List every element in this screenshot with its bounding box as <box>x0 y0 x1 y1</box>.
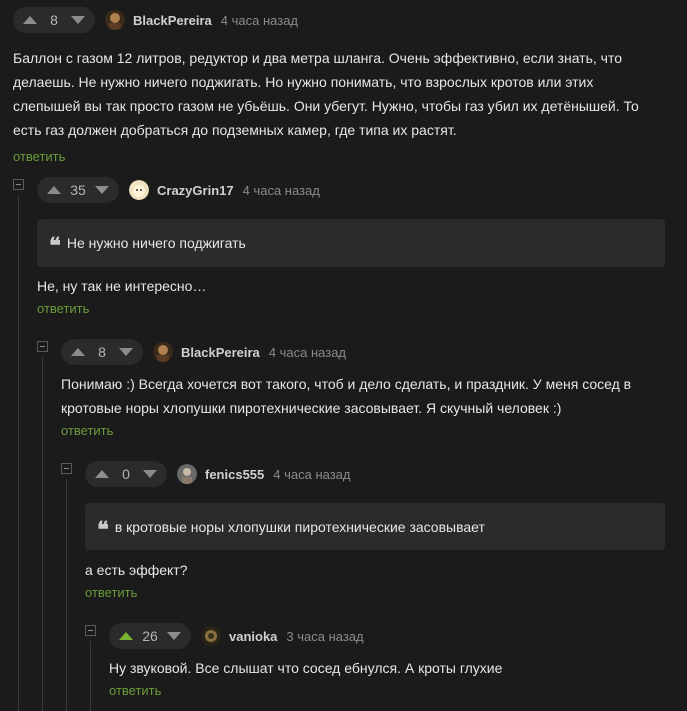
reply-link[interactable]: ответить <box>85 585 137 600</box>
comment-text-line: Баллон с газом 12 литров, редуктор и два… <box>13 50 622 66</box>
comment: 8 BlackPereira 4 часа назад Понимаю :) В… <box>61 339 665 438</box>
author-name[interactable]: fenics555 <box>205 467 264 482</box>
downvote-arrow-icon[interactable] <box>119 348 133 356</box>
avatar[interactable] <box>201 626 221 646</box>
comment: 26 vanioka 3 часа назад Ну звуковой. Все… <box>109 623 665 698</box>
reply-link[interactable]: ответить <box>37 301 89 316</box>
rating-widget: 8 <box>13 7 95 33</box>
timestamp[interactable]: 4 часа назад <box>273 467 350 482</box>
thread-line <box>90 641 91 711</box>
downvote-arrow-icon[interactable] <box>95 186 109 194</box>
author-name[interactable]: vanioka <box>229 629 277 644</box>
comment: 8 BlackPereira 4 часа назад Баллон с газ… <box>13 7 673 164</box>
timestamp[interactable]: 4 часа назад <box>221 13 298 28</box>
comment: 0 fenics555 4 часа назад <box>85 461 665 487</box>
score: 8 <box>50 12 58 28</box>
author-name[interactable]: BlackPereira <box>181 345 260 360</box>
thread-line <box>42 357 43 711</box>
comment-text-line: Не, ну так не интересно… <box>37 278 207 294</box>
upvote-arrow-icon[interactable] <box>95 470 109 478</box>
comment-header: 8 BlackPereira 4 часа назад <box>61 339 665 365</box>
avatar[interactable] <box>105 10 125 30</box>
quote-text: Не нужно ничего поджигать <box>66 235 246 251</box>
collapse-minus-icon[interactable] <box>61 463 72 474</box>
author-name[interactable]: CrazyGrin17 <box>157 183 234 198</box>
downvote-arrow-icon[interactable] <box>71 16 85 24</box>
comment-text: Понимаю :) Всегда хочется вот такого, чт… <box>61 372 665 420</box>
avatar[interactable] <box>177 464 197 484</box>
score: 8 <box>98 344 106 360</box>
reply-link[interactable]: ответить <box>109 683 161 698</box>
timestamp[interactable]: 3 часа назад <box>286 629 363 644</box>
comment-header: 8 BlackPereira 4 часа назад <box>13 7 673 33</box>
comment-header: 26 vanioka 3 часа назад <box>109 623 665 649</box>
quote-block: ❝ Не нужно ничего поджигать <box>37 219 665 267</box>
collapse-minus-icon[interactable] <box>37 341 48 352</box>
rating-widget: 8 <box>61 339 143 365</box>
rating-widget: 26 <box>109 623 191 649</box>
comment-header: 0 fenics555 4 часа назад <box>85 461 665 487</box>
downvote-arrow-icon[interactable] <box>143 470 157 478</box>
comment-text-line: Понимаю :) Всегда хочется вот такого, чт… <box>61 376 632 392</box>
thread-line <box>18 195 19 711</box>
reply-link[interactable]: ответить <box>61 423 113 438</box>
comment-body: а есть эффект? ответить <box>85 558 665 600</box>
quote-icon: ❝ <box>49 233 61 259</box>
reply-link[interactable]: ответить <box>13 149 65 164</box>
timestamp[interactable]: 4 часа назад <box>269 345 346 360</box>
comment-body: Не, ну так не интересно… ответить <box>37 274 665 316</box>
comment-text-line: а есть эффект? <box>85 562 188 578</box>
score: 35 <box>70 182 86 198</box>
collapse-minus-icon[interactable] <box>13 179 24 190</box>
avatar[interactable] <box>129 180 149 200</box>
comment-text-line: Ну звуковой. Все слышат что сосед ебнулс… <box>109 660 503 676</box>
author-name[interactable]: BlackPereira <box>133 13 212 28</box>
comment-text-line: есть газ должен добраться до подземных к… <box>13 122 457 138</box>
rating-widget: 0 <box>85 461 167 487</box>
comment-text-line: кротовые норы хлопушки пиротехнические з… <box>61 400 562 416</box>
comment-text-line: делаешь. Не нужно ничего поджигать. Но н… <box>13 74 594 90</box>
rating-widget: 35 <box>37 177 119 203</box>
upvote-arrow-icon[interactable] <box>71 348 85 356</box>
thread-line <box>66 479 67 711</box>
comment: 35 CrazyGrin17 4 часа назад <box>37 177 665 203</box>
comment-text: Ну звуковой. Все слышат что сосед ебнулс… <box>109 656 665 680</box>
score: 0 <box>122 466 130 482</box>
comment-text: Баллон с газом 12 литров, редуктор и два… <box>13 46 673 142</box>
score: 26 <box>142 628 158 644</box>
upvote-arrow-icon[interactable] <box>47 186 61 194</box>
upvote-arrow-icon[interactable] <box>23 16 37 24</box>
quote-icon: ❝ <box>97 516 109 543</box>
upvote-arrow-icon[interactable] <box>119 632 133 640</box>
quote-block: ❝ в кротовые норы хлопушки пиротехническ… <box>85 503 665 550</box>
downvote-arrow-icon[interactable] <box>167 632 181 640</box>
comment-text-line: слепышей вы так просто газом не убьёшь. … <box>13 98 639 114</box>
avatar[interactable] <box>153 342 173 362</box>
timestamp[interactable]: 4 часа назад <box>243 183 320 198</box>
quote-text: в кротовые норы хлопушки пиротехнические… <box>114 518 485 535</box>
comment-header: 35 CrazyGrin17 4 часа назад <box>37 177 665 203</box>
collapse-minus-icon[interactable] <box>85 625 96 636</box>
